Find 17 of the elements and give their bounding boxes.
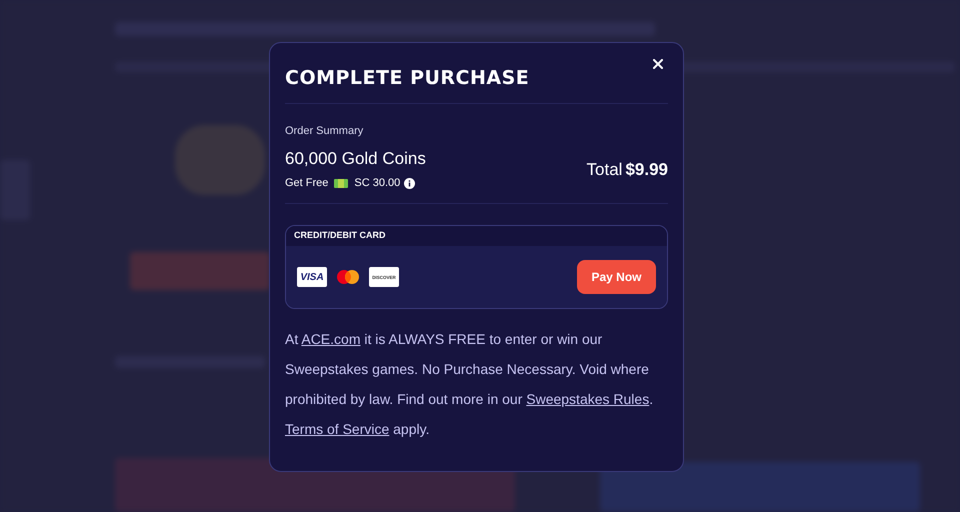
disclaimer-link[interactable]: Terms of Service [285,421,390,437]
order-summary-label: Order Summary [285,125,364,137]
total-label: Total [586,160,622,179]
visa-card-logo: VISA [297,267,327,287]
bonus-label: Get Free [285,177,328,189]
product-name: 60,000 Gold Coins [285,149,426,169]
mastercard-logo-icon [335,268,361,286]
dialog-title: COMPLETE PURCHASE [285,67,530,89]
bonus-amount: SC 30.00 [354,177,400,189]
cash-icon [334,178,348,188]
disclaimer-link[interactable]: ACE.com [301,331,360,347]
total-amount: $9.99 [625,160,668,179]
info-icon[interactable] [404,178,416,188]
disclaimer-link[interactable]: Sweepstakes Rules [526,391,650,407]
disclaimer-text: At ACE.com it is ALWAYS FREE to enter or win our Sweepstakes games. No Purchase Necessary. Void where prohibited by law. Find out more in our Sweepstakes Rules. Terms of Service apply. [285,330,654,439]
close-icon[interactable] [653,59,663,69]
pay-now-button[interactable]: Pay Now [577,260,656,294]
